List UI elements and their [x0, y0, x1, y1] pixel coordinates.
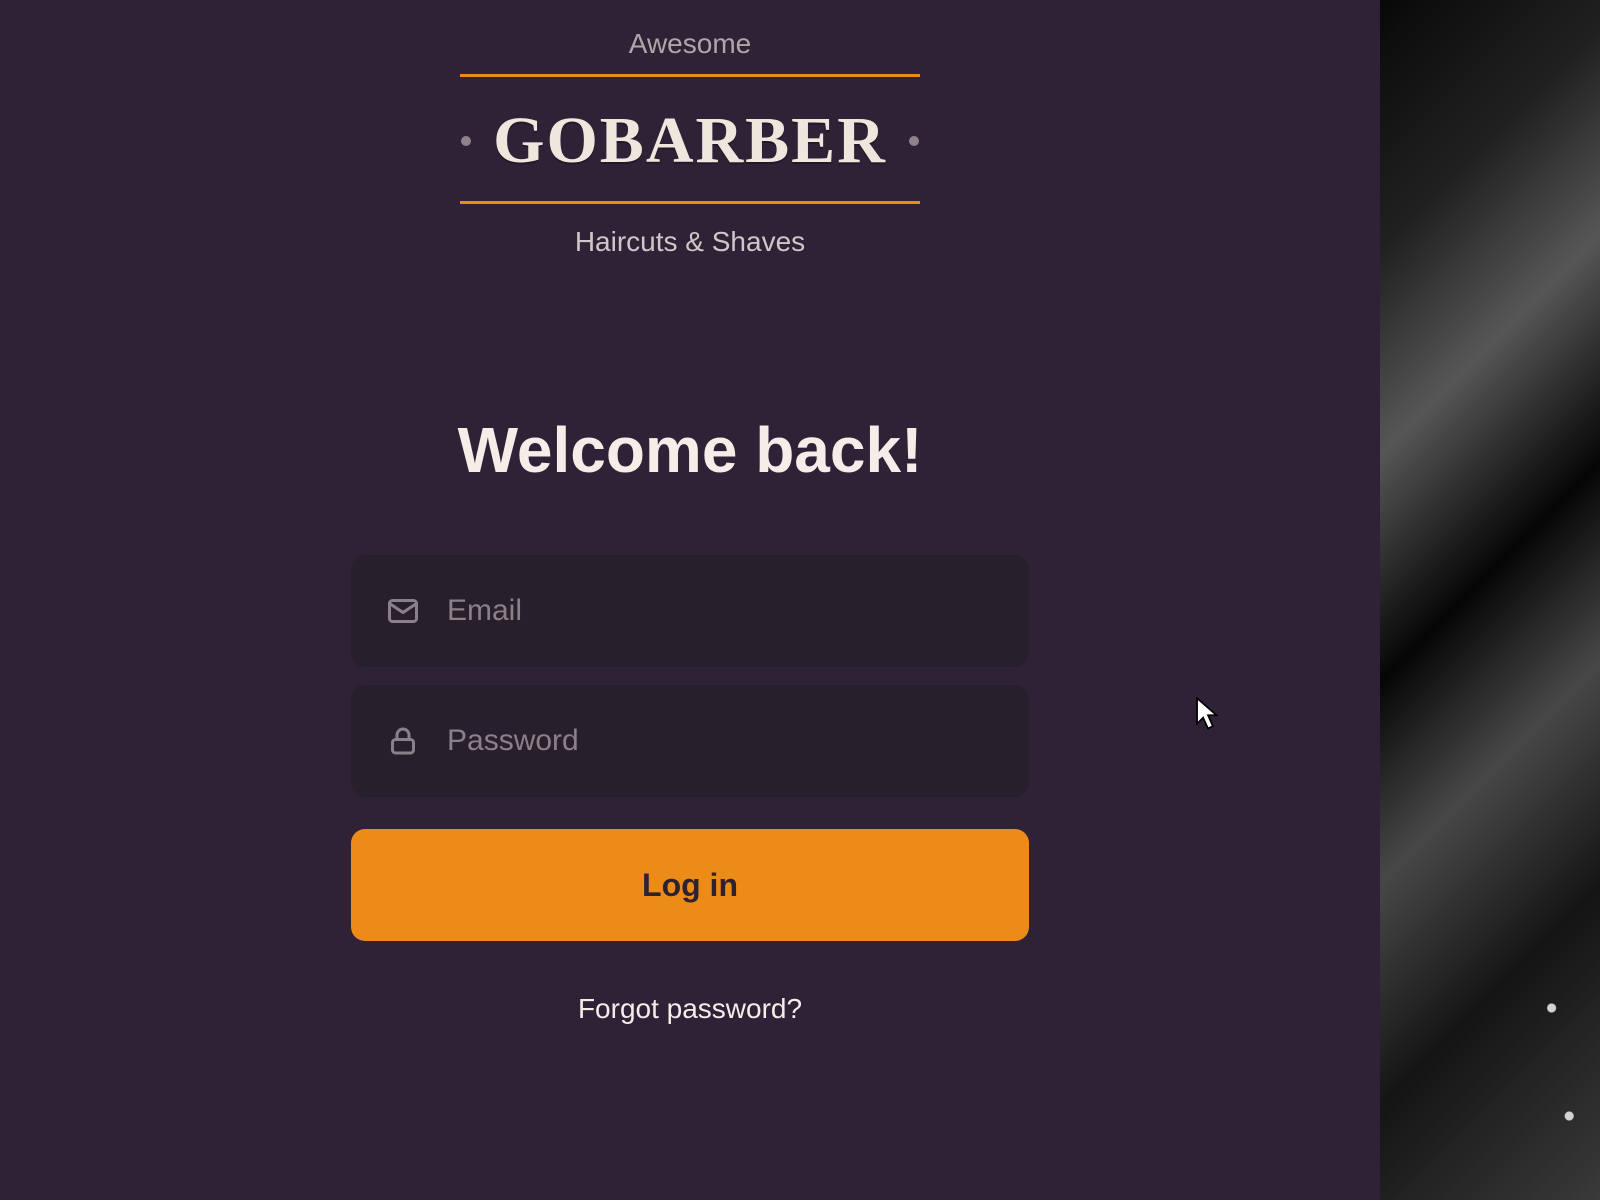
- password-field-wrapper[interactable]: [351, 685, 1029, 797]
- forgot-password-link[interactable]: Forgot password?: [578, 993, 802, 1025]
- logo-tagline: Haircuts & Shaves: [575, 226, 805, 258]
- mail-icon: [385, 593, 421, 629]
- logo-dot-left: [461, 136, 471, 146]
- logo-top-word: Awesome: [629, 28, 751, 60]
- logo-dot-right: [909, 136, 919, 146]
- email-field-wrapper[interactable]: [351, 555, 1029, 667]
- email-input[interactable]: [447, 594, 995, 628]
- logo-brand-name: GoBarber: [493, 103, 887, 179]
- hero-image: [1380, 0, 1600, 1200]
- logo-rule-bottom: [460, 201, 920, 204]
- login-button[interactable]: Log in: [351, 829, 1029, 941]
- lock-icon: [385, 723, 421, 759]
- logo: Awesome GoBarber Haircuts & Shaves: [460, 28, 920, 258]
- logo-brand-row: GoBarber: [461, 77, 919, 201]
- page-title: Welcome back!: [458, 413, 923, 487]
- login-pane: Awesome GoBarber Haircuts & Shaves Welco…: [0, 0, 1380, 1200]
- password-input[interactable]: [447, 724, 995, 758]
- login-form: Log in Forgot password?: [351, 555, 1029, 1025]
